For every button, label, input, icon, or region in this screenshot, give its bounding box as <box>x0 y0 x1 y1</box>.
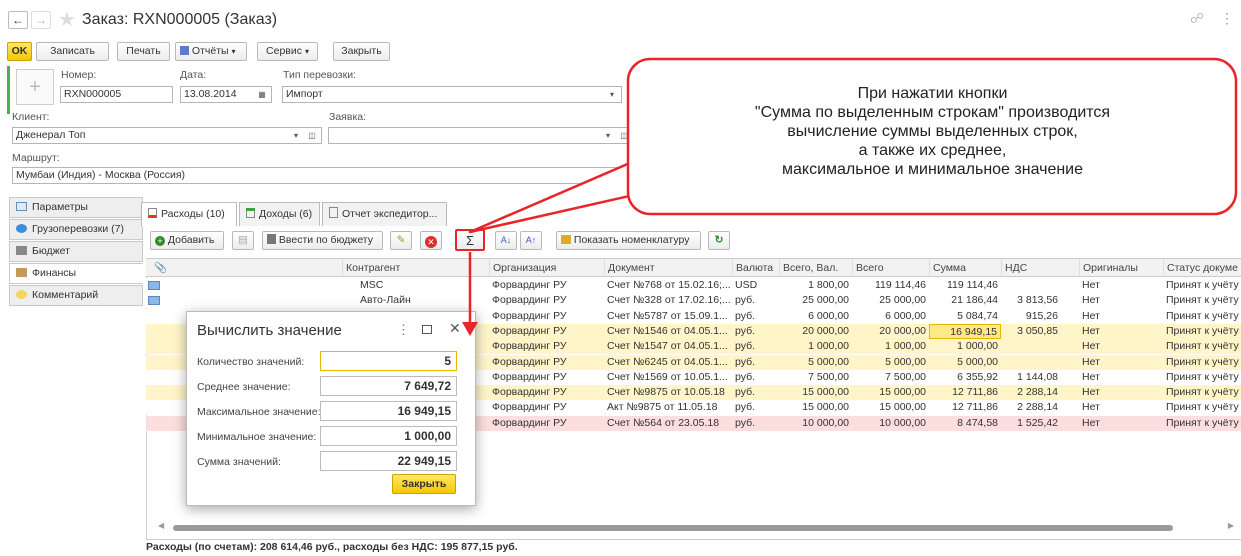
arrow-head <box>462 322 478 336</box>
callout-line: "Сумма по выделенным строкам" производит… <box>754 104 1111 121</box>
callout-line: При нажатии кнопки <box>857 85 1008 102</box>
callout-line: вычисление суммы выделенных строк, <box>787 123 1078 140</box>
callout-line: а также их среднее, <box>858 142 1007 159</box>
callout-text: При нажатии кнопки "Сумма по выделенным … <box>640 84 1225 179</box>
callout-line: максимальное и минимальное значение <box>781 161 1084 178</box>
